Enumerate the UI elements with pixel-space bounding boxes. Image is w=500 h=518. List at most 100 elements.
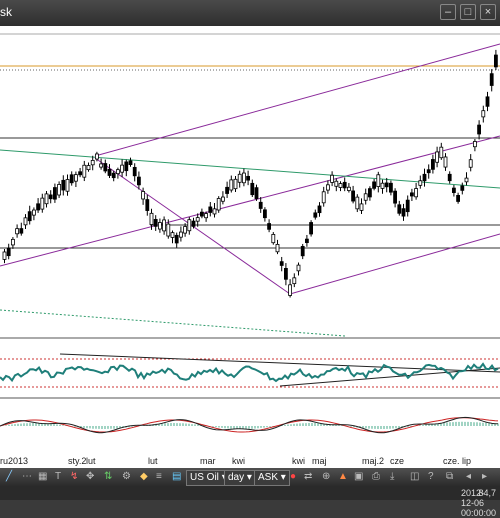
trade-tool-icon[interactable]: ⇅: [104, 470, 112, 484]
candle: [53, 187, 57, 200]
candle: [443, 156, 448, 168]
alert-tool-icon[interactable]: ◆: [140, 470, 148, 484]
green-dashed-line[interactable]: [0, 309, 346, 337]
candle: [233, 178, 238, 190]
window-title: sk: [0, 5, 12, 19]
candle: [111, 172, 116, 179]
candle: [149, 212, 154, 225]
candle: [2, 251, 7, 260]
screenshot-icon[interactable]: ◫: [410, 470, 419, 484]
candle: [116, 169, 120, 175]
candle: [220, 196, 225, 202]
candle: [376, 174, 381, 187]
candle: [355, 196, 360, 210]
candle: [363, 193, 368, 201]
maximize-icon[interactable]: □: [460, 4, 476, 20]
settings-tool-icon[interactable]: ⚙: [122, 470, 131, 484]
candle: [204, 213, 209, 219]
candle: [460, 185, 465, 191]
chart-type-icon[interactable]: ▤: [172, 470, 181, 484]
candle: [162, 219, 167, 232]
candle: [468, 159, 473, 168]
line-tool-icon[interactable]: ⋯: [22, 470, 32, 484]
interval-dropdown[interactable]: day ▾: [224, 470, 256, 486]
candle: [397, 204, 402, 214]
window-titlebar: sk – □ ×: [0, 0, 500, 26]
hand-tool-icon[interactable]: ✥: [86, 470, 94, 484]
help-icon[interactable]: ?: [428, 470, 434, 484]
indicator-icon[interactable]: ▲: [338, 470, 348, 484]
rsi-line: [0, 362, 499, 383]
candle: [27, 211, 32, 222]
candle: [422, 173, 427, 182]
candle: [216, 198, 221, 211]
candle: [334, 180, 339, 187]
candle: [292, 277, 297, 285]
zoom-icon[interactable]: ⊕: [322, 470, 330, 484]
channel-lower-line[interactable]: [289, 233, 500, 295]
template-icon[interactable]: ▣: [354, 470, 363, 484]
pin-icon[interactable]: ●: [290, 470, 296, 484]
candle: [191, 220, 196, 227]
candle: [157, 222, 162, 230]
x-axis-label: ru2013: [0, 456, 29, 466]
candle: [330, 174, 335, 183]
price-type-dropdown[interactable]: ASK ▾: [254, 470, 290, 486]
grid-tool-icon[interactable]: ▦: [38, 470, 47, 484]
indicator-tool-icon[interactable]: ↯: [70, 470, 78, 484]
candle: [380, 182, 385, 189]
candle: [405, 199, 410, 213]
candle: [447, 173, 452, 182]
candle: [313, 212, 318, 218]
scroll-right-icon[interactable]: ▸: [482, 470, 487, 484]
cursor-tool-icon[interactable]: ╱: [6, 470, 12, 484]
candle: [183, 226, 188, 234]
candle: [103, 163, 108, 172]
scroll-left-icon[interactable]: ◂: [466, 470, 471, 484]
candle: [153, 218, 158, 227]
layers-tool-icon[interactable]: ≡: [156, 470, 162, 484]
candle: [237, 173, 242, 183]
x-axis-label: lip: [462, 456, 472, 466]
candle: [388, 182, 393, 193]
print-icon[interactable]: ⎙: [372, 470, 380, 484]
candle: [309, 222, 314, 235]
chart-toolbar: ╱ ⋯ ▦ T ↯ ✥ ⇅ ⚙ ◆ ≡ ▤ US Oil ▾ day ▾ ASK…: [0, 468, 500, 486]
candle: [338, 183, 343, 188]
candle: [456, 195, 461, 202]
channel-upper-line[interactable]: [94, 43, 500, 157]
candle: [229, 179, 234, 191]
candle: [426, 169, 431, 174]
candle: [262, 209, 267, 219]
detach-icon[interactable]: ⧉: [446, 470, 453, 484]
candle: [95, 153, 99, 160]
export-icon[interactable]: ⤓: [390, 470, 394, 484]
candle: [418, 180, 423, 186]
chart-area[interactable]: [0, 26, 500, 458]
candle: [174, 234, 179, 244]
candle: [61, 179, 66, 191]
x-axis-label: lut: [86, 456, 96, 466]
candle: [10, 238, 15, 246]
text-tool-icon[interactable]: T: [55, 470, 61, 484]
minimize-icon[interactable]: –: [440, 4, 456, 20]
candle: [99, 163, 103, 168]
candle: [187, 219, 192, 232]
candle: [241, 172, 246, 184]
candle: [464, 177, 469, 183]
close-icon[interactable]: ×: [480, 4, 496, 20]
instrument-label: US Oil: [190, 472, 219, 483]
candle: [141, 191, 146, 200]
x-axis-label: cze.: [443, 456, 460, 466]
interval-label: day: [228, 472, 245, 483]
candle: [304, 238, 309, 244]
x-axis-label: kwi: [232, 456, 245, 466]
candle: [296, 264, 301, 272]
candle: [78, 171, 82, 176]
price-chart[interactable]: [0, 26, 500, 458]
candle: [493, 54, 498, 68]
candle: [208, 206, 213, 213]
candle: [288, 284, 293, 296]
sync-icon[interactable]: ⇄: [304, 470, 312, 484]
candle: [74, 174, 78, 182]
